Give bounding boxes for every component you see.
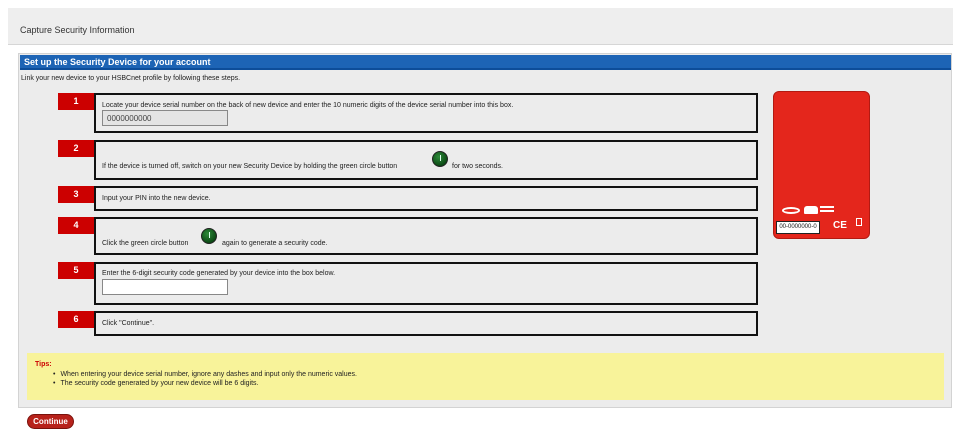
step-3-text: Input your PIN into the new device. <box>102 195 211 202</box>
green-circle-button-icon <box>432 151 448 167</box>
section-header: Set up the Security Device for your acco… <box>20 55 951 70</box>
step-6-box: Click "Continue". <box>94 311 758 336</box>
step-1-box: Locate your device serial number on the … <box>94 93 758 133</box>
security-code-input[interactable] <box>102 279 228 295</box>
step-4-box: Click the green circle button again to g… <box>94 217 758 255</box>
hsbc-logo-icon <box>804 206 818 214</box>
step-number-2: 2 <box>58 140 94 157</box>
intro-text: Link your new device to your HSBCnet pro… <box>21 75 241 82</box>
step-number-6: 6 <box>58 311 94 328</box>
step-2-text: If the device is turned off, switch on y… <box>102 163 398 170</box>
window-title: Capture Security Information <box>20 25 135 35</box>
vasco-logo-icon <box>782 207 800 214</box>
section-title: Set up the Security Device for your acco… <box>24 57 211 67</box>
step-4-text: Click the green circle button <box>102 240 189 247</box>
serial-number-input[interactable] <box>102 110 228 126</box>
window-titlebar: Capture Security Information <box>8 8 953 45</box>
step-number-1: 1 <box>58 93 94 110</box>
logo-text-line <box>820 206 834 208</box>
tips-list: When entering your device serial number,… <box>53 370 357 388</box>
ce-mark: CE <box>833 220 847 231</box>
step-5-box: Enter the 6-digit security code generate… <box>94 262 758 305</box>
logo-text-line <box>820 210 834 212</box>
step-number-3: 3 <box>58 186 94 203</box>
step-4-text-after: again to generate a security code. <box>222 240 328 247</box>
continue-button[interactable]: Continue <box>27 414 74 429</box>
step-2-box: If the device is turned off, switch on y… <box>94 140 758 180</box>
step-3-box: Input your PIN into the new device. <box>94 186 758 211</box>
step-number-4: 4 <box>58 217 94 234</box>
security-device-image: 00-0000000-0 CE <box>773 91 870 239</box>
step-number-5: 5 <box>58 262 94 279</box>
recycle-bin-icon <box>856 218 862 226</box>
tips-box: Tips: When entering your device serial n… <box>27 353 944 400</box>
green-circle-button-icon <box>201 228 217 244</box>
step-5-text: Enter the 6-digit security code generate… <box>102 270 336 277</box>
step-2-text-after: for two seconds. <box>452 163 503 170</box>
tips-title: Tips: <box>35 361 52 368</box>
device-serial-label: 00-0000000-0 <box>776 221 820 234</box>
step-1-text: Locate your device serial number on the … <box>102 102 514 109</box>
step-6-text: Click "Continue". <box>102 320 155 327</box>
tip-item: The security code generated by your new … <box>53 379 357 388</box>
tip-item: When entering your device serial number,… <box>53 370 357 379</box>
